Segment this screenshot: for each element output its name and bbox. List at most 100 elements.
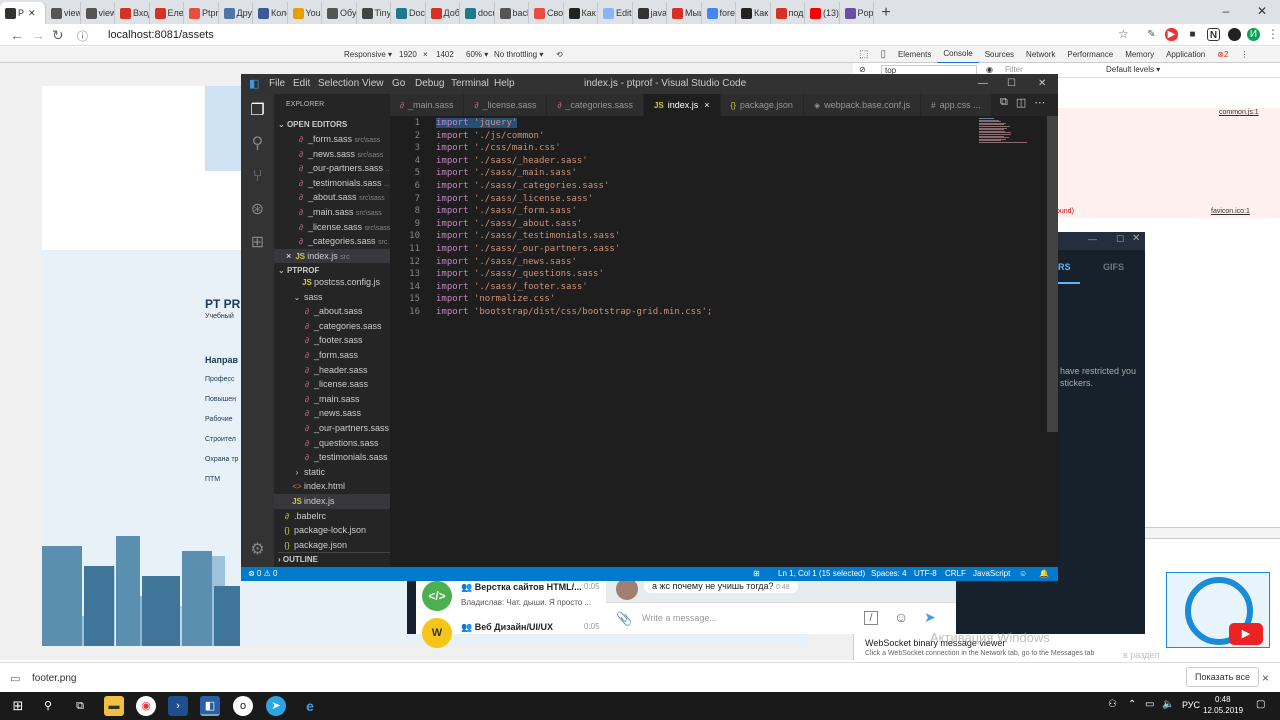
devtools-tab[interactable]: Application — [1160, 47, 1211, 63]
code-line[interactable]: 7 import './sass/_license.sass' — [390, 193, 1030, 206]
browser-tab[interactable]: Как с — [736, 2, 771, 24]
code-line[interactable]: 6 import './sass/_categories.sass' — [390, 180, 1030, 193]
info-icon[interactable]: ⓘ — [77, 28, 88, 44]
chat-title-2[interactable]: 👥 Веб Дизайн/UI/UX — [461, 622, 553, 633]
device-toggle-icon[interactable]: ▯ — [874, 47, 892, 63]
explorer-row[interactable]: ∂ _news.sass — [274, 406, 390, 421]
console-link[interactable]: common.js:1 — [1219, 109, 1259, 116]
menu-debug[interactable]: Debug — [415, 74, 444, 94]
browser-tab[interactable]: (13) — [805, 2, 840, 24]
browser-tab[interactable]: Мыш — [667, 2, 702, 24]
explorer-row[interactable]: ∂ _form.sass — [274, 348, 390, 363]
code-line[interactable]: 14 import './sass/_footer.sass' — [390, 281, 1030, 294]
explorer-row[interactable]: ∂ _testimonials.sass — [274, 450, 390, 465]
site-nav-item[interactable]: Професс — [205, 376, 238, 396]
explorer-row[interactable]: ∂ _our-partners.sass — [274, 421, 390, 436]
outline-header[interactable]: › OUTLINE — [278, 552, 390, 567]
menu-view[interactable]: View — [362, 74, 384, 94]
explorer-files-icon[interactable]: ❐ — [241, 96, 274, 126]
device-width[interactable]: 1920 — [399, 47, 417, 63]
browser-tab[interactable]: Popp — [840, 2, 874, 24]
code-line[interactable]: 9 import './sass/_about.sass' — [390, 218, 1030, 231]
site-nav-item[interactable]: Повышен — [205, 396, 238, 416]
close-downloads-button[interactable]: × — [1262, 671, 1269, 685]
browser-tab[interactable]: view — [46, 2, 81, 24]
youtube-ext-icon[interactable]: ▶ — [1165, 28, 1178, 41]
tg-minimize-button[interactable]: — — [1088, 234, 1097, 244]
open-editors-header[interactable]: ⌄ OPEN EDITORS — [278, 118, 390, 133]
encoding[interactable]: UTF-8 — [914, 567, 937, 581]
notifications-icon[interactable]: ▢ — [1256, 699, 1265, 710]
keyboard-lang[interactable]: РУС — [1182, 700, 1200, 710]
smiley-icon[interactable]: ☺ — [1019, 567, 1027, 581]
debug-icon[interactable]: ⊛ — [241, 195, 274, 225]
code-line[interactable]: 2 import './js/common' — [390, 130, 1030, 143]
chrome-icon[interactable]: ◉ — [136, 696, 156, 716]
show-all-downloads-button[interactable]: Показать все — [1186, 667, 1259, 687]
browser-tab[interactable]: Друз — [219, 2, 253, 24]
devtools-tab[interactable]: Sources — [979, 47, 1020, 63]
indent-setting[interactable]: Spaces: 4 — [871, 567, 907, 581]
devtools-tab[interactable]: Network — [1020, 47, 1061, 63]
close-window-button[interactable]: ✕ — [1244, 0, 1280, 22]
split-editor-icon[interactable]: ◫ — [1016, 96, 1026, 109]
back-arrow-icon[interactable]: ← — [10, 27, 24, 43]
code-line[interactable]: 11 import './sass/_our-partners.sass' — [390, 243, 1030, 256]
explorer-row[interactable]: {} package-lock.json — [274, 523, 390, 538]
windows-start-icon[interactable]: ⊞ — [8, 696, 28, 716]
volume-icon[interactable]: 🔈 — [1162, 699, 1174, 710]
tab-close-icon[interactable]: ✕ — [28, 8, 36, 19]
eol[interactable]: CRLF — [945, 567, 966, 581]
explorer-row[interactable]: JS postcss.config.js — [274, 275, 390, 290]
edge-icon[interactable]: e — [300, 696, 320, 716]
inspect-icon[interactable]: ⬚ — [853, 47, 874, 63]
explorer-row[interactable]: ∂ _header.sass — [274, 363, 390, 378]
explorer-row[interactable]: ∂ _categories.sass src... — [274, 234, 390, 249]
menu-help[interactable]: Help — [494, 74, 515, 94]
throttle-select[interactable]: No throttling ▾ — [494, 47, 543, 63]
levels-select[interactable]: Default levels ▾ — [1106, 65, 1160, 74]
browser-tab[interactable]: TinyF — [357, 2, 391, 24]
clock-time[interactable]: 0:48 — [1215, 695, 1231, 704]
tab-gifs[interactable]: GIFS — [1103, 262, 1124, 272]
language-mode[interactable]: JavaScript — [973, 567, 1010, 581]
explorer-row[interactable]: ∂ _about.sass — [274, 304, 390, 319]
explorer-row[interactable]: ∂ _news.sass src\sass — [274, 147, 390, 162]
download-file-name[interactable]: footer.png — [32, 673, 76, 684]
tg-close-button[interactable]: ✕ — [1132, 233, 1140, 244]
browser-tab[interactable]: Вход — [115, 2, 150, 24]
editor-tab[interactable]: JS index.js × — [643, 94, 721, 116]
browser-tab[interactable]: back — [495, 2, 529, 24]
browser-tab[interactable]: Как с — [564, 2, 598, 24]
devtools-tab[interactable]: Memory — [1119, 47, 1160, 63]
source-control-icon[interactable]: ⑂ — [241, 162, 274, 192]
explorer-row[interactable]: ∂ _testimonials.sass ... — [274, 176, 390, 191]
code-line[interactable]: 12 import './sass/_news.sass' — [390, 256, 1030, 269]
code-line[interactable]: 3 import './css/main.css' — [390, 142, 1030, 155]
console-link-favicon[interactable]: favicon.ico:1 — [1211, 208, 1250, 215]
extensions-icon[interactable]: ⊞ — [241, 228, 274, 258]
ext-icon[interactable]: ■ — [1186, 28, 1199, 41]
browser-tab[interactable]: java — [633, 2, 667, 24]
telegram-taskbar-icon[interactable]: ➤ — [266, 696, 286, 716]
devtools-tab[interactable]: Performance — [1061, 47, 1119, 63]
bookmark-star-icon[interactable]: ☆ — [1118, 27, 1129, 41]
vscode-taskbar-icon[interactable]: ◧ — [200, 696, 220, 716]
explorer-row[interactable]: × JS index.js src — [274, 248, 390, 264]
menu-selection[interactable]: Selection — [318, 74, 359, 94]
browser-tab[interactable]: P ✕ — [0, 2, 46, 24]
code-line[interactable]: 4 import './sass/_header.sass' — [390, 155, 1030, 168]
attach-icon[interactable]: 📎 — [616, 611, 632, 627]
code-line[interactable]: 13 import './sass/_questions.sass' — [390, 268, 1030, 281]
send-icon[interactable]: ➤ — [924, 609, 936, 626]
explorer-row[interactable]: <> index.html — [274, 479, 390, 494]
tray-up-icon[interactable]: ⌃ — [1128, 699, 1136, 710]
device-height[interactable]: 1402 — [436, 47, 454, 63]
code-editor[interactable]: 1 import 'jquery' 2 import './js/common' 3 im… — [390, 116, 1058, 567]
vs-close-button[interactable]: ✕ — [1038, 74, 1046, 94]
search-taskbar-icon[interactable]: ⚲ — [38, 696, 58, 716]
menu-dots-icon[interactable]: ⋮ — [1267, 27, 1279, 41]
people-icon[interactable]: ⚇ — [1108, 699, 1117, 710]
browser-tab[interactable]: Свої — [529, 2, 564, 24]
editor-tab[interactable]: ∂ _main.sass — [390, 94, 465, 116]
